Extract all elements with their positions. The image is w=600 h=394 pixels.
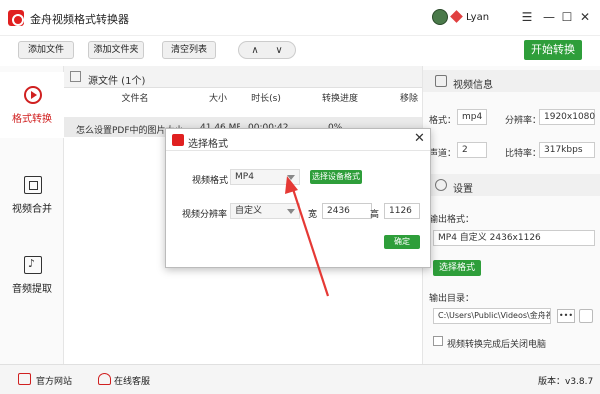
move-down-button[interactable]: ∨: [269, 45, 289, 56]
sidebar-item-audio-extract[interactable]: 音频提取: [0, 242, 64, 308]
headset-icon: [98, 373, 111, 385]
app-logo-icon: [8, 10, 24, 26]
resolution-label: 视频分辨率: [182, 210, 228, 220]
video-info-header: 视频信息: [423, 70, 600, 92]
play-circle-icon: [24, 86, 42, 104]
version-text: 版本：v3.8.7: [538, 377, 594, 387]
start-convert-button[interactable]: 开始转换: [524, 40, 582, 60]
video-info-icon: [435, 75, 447, 87]
online-service-link[interactable]: 在线客服: [114, 374, 150, 387]
video-info-title: 视频信息: [453, 80, 493, 91]
bitrate-label: 比特率：: [505, 149, 542, 159]
channel-label: 声道：: [429, 149, 457, 159]
sidebar-item-format-convert[interactable]: 格式转换: [0, 72, 64, 138]
maximize-icon[interactable]: ☐: [560, 10, 574, 24]
select-format-button[interactable]: 选择格式: [433, 260, 481, 276]
folder-icon[interactable]: [579, 309, 593, 323]
height-input[interactable]: 1126: [384, 203, 420, 219]
column-header-remove: 移除: [399, 94, 418, 104]
column-header-size: 大小: [208, 94, 227, 104]
output-dir-label: 输出目录：: [429, 294, 475, 304]
video-format-value: MP4: [235, 172, 254, 182]
sidebar-item-label: 视频合并: [12, 204, 52, 215]
settings-title: 设置: [453, 184, 473, 195]
format-label: 格式：: [429, 116, 457, 126]
dialog-header: 选择格式 ✕: [166, 129, 430, 151]
dialog-title: 选择格式: [188, 139, 228, 150]
channel-value: 2: [457, 142, 487, 158]
width-input[interactable]: 2436: [322, 203, 372, 219]
files-header: 源文件 (1个): [64, 66, 422, 88]
move-arrows: ∧ ∨: [238, 41, 296, 59]
settings-header: 设置: [423, 174, 600, 196]
height-label: 高: [370, 210, 380, 220]
column-header-duration: 时长(s): [251, 94, 281, 104]
minimize-icon[interactable]: —: [542, 10, 556, 24]
ok-button[interactable]: 确定: [384, 235, 420, 249]
width-label: 宽: [308, 210, 318, 220]
column-header-name: 文件名: [121, 94, 149, 104]
resolution-value: 自定义: [235, 206, 263, 216]
chevron-down-icon: [287, 175, 295, 180]
website-link[interactable]: 官方网站: [36, 374, 72, 387]
shutdown-label: 视频转换完成后关闭电脑: [447, 340, 547, 350]
right-panel: 视频信息 格式： mp4 分辨率： 1920x1080 声道： 2 比特率： 3…: [422, 66, 600, 364]
shutdown-checkbox[interactable]: [433, 336, 443, 346]
output-format-value: MP4 自定义 2436x1126: [433, 230, 595, 246]
close-icon[interactable]: ✕: [578, 10, 592, 24]
add-file-button[interactable]: 添加文件: [18, 41, 74, 59]
merge-icon: [24, 176, 42, 194]
close-icon[interactable]: ✕: [414, 132, 425, 146]
title-bar: 金舟视频格式转换器 Lyan ☰ — ☐ ✕: [0, 0, 600, 36]
status-bar: 官方网站 在线客服 版本：v3.8.7: [0, 364, 600, 394]
sidebar-item-label: 格式转换: [12, 114, 52, 125]
user-name[interactable]: Lyan: [466, 12, 489, 23]
menu-icon[interactable]: ☰: [520, 10, 534, 24]
column-header-progress: 转换进度: [321, 94, 358, 104]
monitor-icon: [18, 373, 31, 385]
add-folder-button[interactable]: 添加文件夹: [88, 41, 144, 59]
toolbar: 添加文件 添加文件夹 清空列表 ∧ ∨ 开始转换: [0, 36, 600, 66]
sidebar: 格式转换 视频合并 音频提取: [0, 66, 64, 364]
chevron-down-icon: [287, 209, 295, 214]
sidebar-item-video-merge[interactable]: 视频合并: [0, 162, 64, 228]
clear-list-button[interactable]: 清空列表: [162, 41, 216, 59]
sidebar-item-label: 音频提取: [12, 284, 52, 295]
app-logo-icon: [172, 134, 184, 146]
music-note-icon: [24, 256, 42, 274]
select-format-dialog: 选择格式 ✕ 视频格式 MP4 选择设备格式 视频分辨率 自定义 宽 2436 …: [165, 128, 431, 268]
gear-icon: [435, 179, 447, 191]
video-format-select[interactable]: MP4: [230, 169, 300, 185]
move-up-button[interactable]: ∧: [245, 45, 265, 56]
select-device-format-button[interactable]: 选择设备格式: [310, 170, 362, 184]
resolution-select[interactable]: 自定义: [230, 203, 300, 219]
app-title: 金舟视频格式转换器: [30, 13, 129, 26]
output-dir-value[interactable]: C:\Users\Public\Videos\金舟视: [433, 308, 551, 324]
format-value: mp4: [457, 109, 487, 125]
files-title: 源文件 (1个): [88, 76, 146, 87]
video-format-label: 视频格式: [192, 176, 229, 186]
browse-button[interactable]: •••: [557, 309, 575, 323]
resolution-label: 分辨率：: [505, 116, 542, 126]
bitrate-value: 317kbps: [539, 142, 595, 158]
resolution-value: 1920x1080: [539, 109, 595, 125]
vip-icon: [450, 10, 463, 23]
user-avatar[interactable]: [432, 9, 448, 25]
file-list-icon: [70, 71, 81, 82]
output-format-label: 输出格式：: [429, 215, 475, 225]
